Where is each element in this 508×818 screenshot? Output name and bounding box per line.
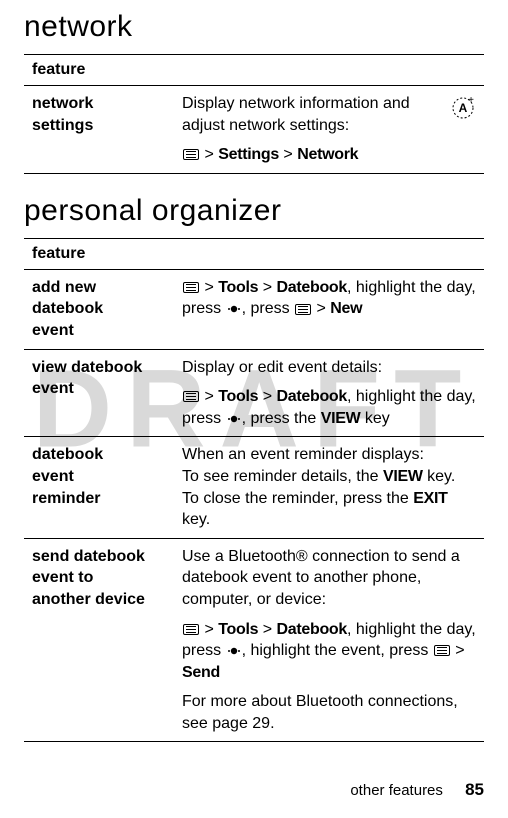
svg-text:+: + [468,95,474,106]
row-label-network-settings: network settings [24,86,174,174]
table-header: feature [24,55,484,86]
menu-key-icon [183,282,199,293]
table-header: feature [24,238,484,269]
operator-dependent-icon: A + [450,95,476,121]
network-table: feature network settings A + Display net… [24,54,484,174]
row-desc-network-settings: A + Display network information and adju… [174,86,484,174]
menu-key-icon [295,304,311,315]
menu-key-icon [183,149,199,160]
page-footer: other features 85 [350,780,484,800]
row-desc-view-event: Display or edit event details: > Tools >… [174,349,484,437]
organizer-table: feature add new datebook event > Tools >… [24,238,484,743]
menu-key-icon [434,645,450,656]
nav-key-icon [227,412,241,426]
heading-personal-organizer: personal organizer [24,194,484,228]
menu-key-icon [183,391,199,402]
nav-key-icon [227,644,241,658]
page-number: 85 [465,780,484,799]
row-desc-send-event: Use a Bluetooth® connection to send a da… [174,538,484,742]
row-label-add-event: add new datebook event [24,269,174,349]
row-label-send-event: send datebook event to another device [24,538,174,742]
nav-key-icon [227,302,241,316]
heading-network: network [24,10,484,44]
page-content: network feature network settings A + Dis… [24,10,484,742]
row-label-reminder: datebook event reminder [24,437,174,538]
footer-section: other features [350,782,443,799]
menu-key-icon [183,624,199,635]
svg-text:A: A [459,101,468,115]
row-desc-reminder: When an event reminder displays: To see … [174,437,484,538]
row-label-view-event: view datebook event [24,349,174,437]
row-desc-add-event: > Tools > Datebook, highlight the day, p… [174,269,484,349]
